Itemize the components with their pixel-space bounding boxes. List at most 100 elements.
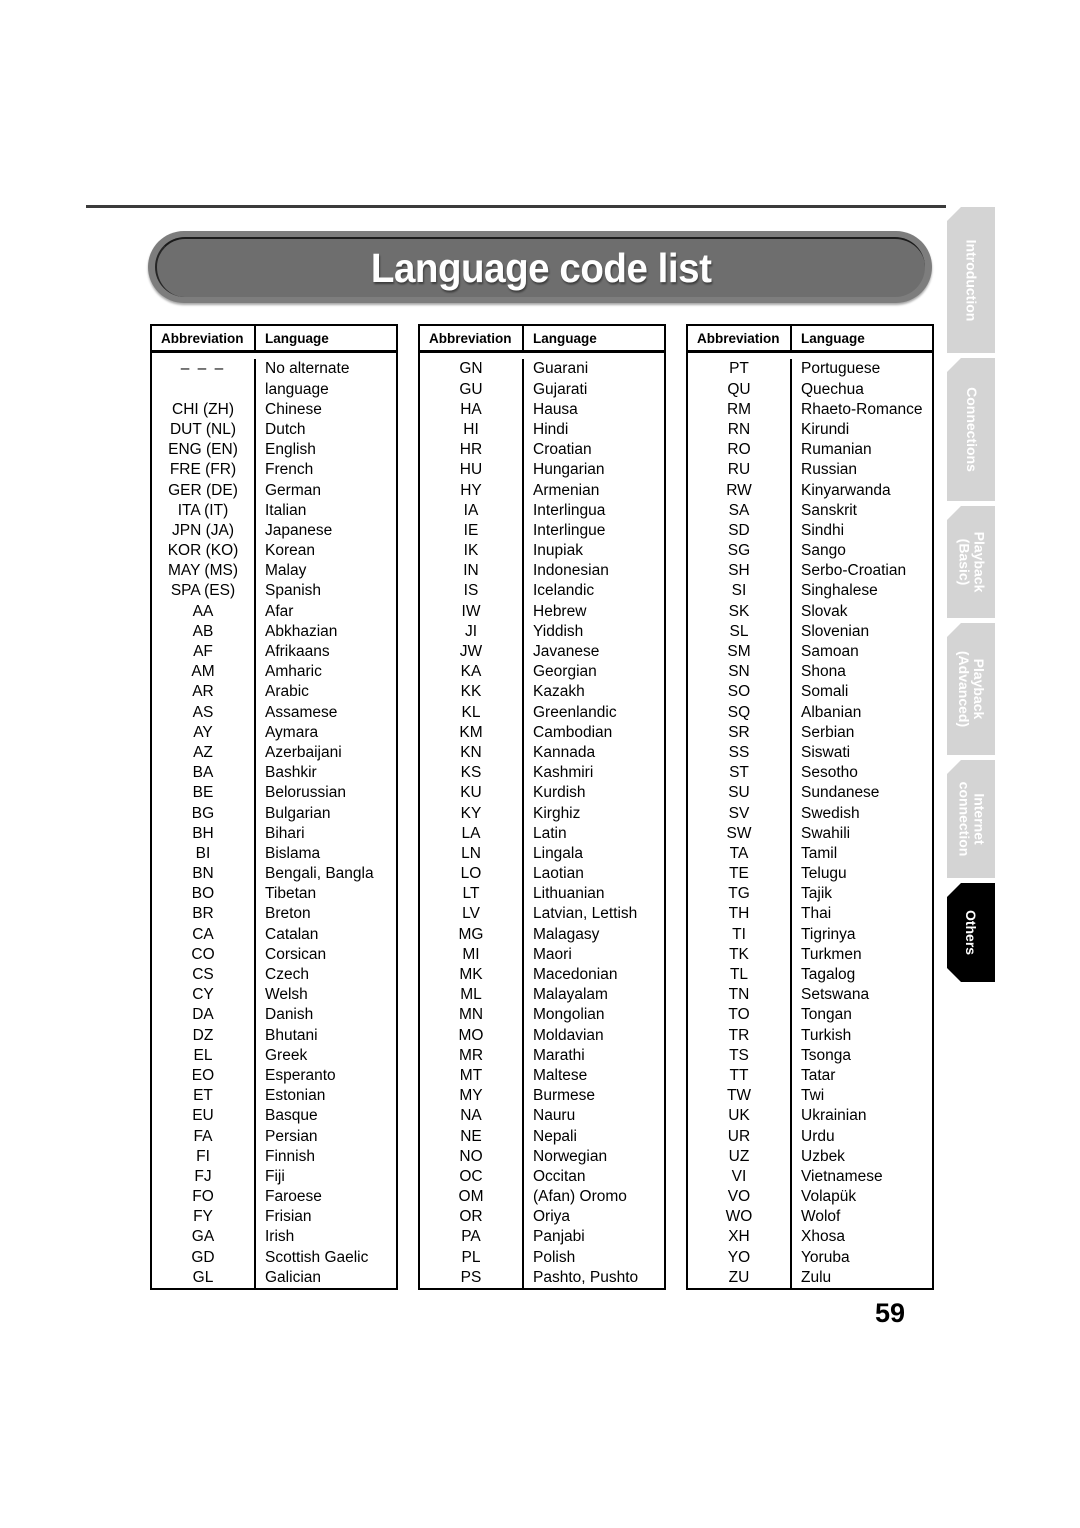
table-row: MN Mongolian — [420, 1005, 664, 1026]
table-row: CS Czech — [152, 965, 396, 986]
cell-language: Burmese — [533, 1087, 596, 1105]
table-row: GN Guarani — [420, 359, 664, 380]
cell-abbreviation: RU — [688, 460, 792, 481]
cell-language: French — [265, 461, 314, 479]
table-row: MAY (MS) Malay — [152, 561, 396, 582]
cell-abbreviation: RO — [688, 440, 792, 461]
cell-language: Occitan — [533, 1167, 586, 1185]
cell-abbreviation: MN — [420, 1005, 524, 1026]
cell-abbreviation: KU — [420, 783, 524, 804]
cell-abbreviation: TH — [688, 904, 792, 925]
cell-abbreviation: FA — [152, 1126, 256, 1147]
cell-abbreviation: OM — [420, 1187, 524, 1208]
cell-language: Serbian — [801, 723, 855, 741]
cell-abbreviation: TG — [688, 884, 792, 905]
cell-language: Lingala — [533, 844, 583, 862]
table-row: FO Faroese — [152, 1187, 396, 1208]
table-row: FY Frisian — [152, 1207, 396, 1228]
cell-language: Tsonga — [801, 1046, 851, 1064]
cell-abbreviation: HA — [420, 399, 524, 420]
cell-language: Sundanese — [801, 784, 880, 802]
cell-abbreviation: – – – — [152, 359, 256, 380]
cell-abbreviation: MR — [420, 1045, 524, 1066]
cell-language: Sanskrit — [801, 501, 857, 519]
table-row: – – – No alternate — [152, 359, 396, 380]
sidebar-tab-playback-basic[interactable]: Playback (Basic) — [947, 506, 995, 618]
table-row: SK Slovak — [688, 601, 932, 622]
table-row: TR Turkish — [688, 1025, 932, 1046]
table-row: MT Maltese — [420, 1065, 664, 1087]
cell-language: Fiji — [265, 1167, 285, 1185]
table-row: KS Kashmiri — [420, 763, 664, 784]
cell-abbreviation: AM — [152, 662, 256, 683]
sidebar-tab-others[interactable]: Others — [947, 883, 995, 982]
table-header-row: Abbreviation Language — [152, 326, 396, 354]
table-row: BG Bulgarian — [152, 803, 396, 824]
table-row: MY Burmese — [420, 1086, 664, 1107]
cell-language: Afar — [265, 602, 294, 620]
cell-language: Rumanian — [801, 441, 872, 459]
table-row: RW Kinyarwanda — [688, 480, 932, 501]
cell-abbreviation — [152, 379, 256, 400]
table-row: NE Nepali — [420, 1126, 664, 1147]
table-row: ML Malayalam — [420, 985, 664, 1006]
cell-language: Cambodian — [533, 723, 613, 741]
sidebar-tab-label: Connections — [963, 387, 980, 472]
table-row: SS Siswati — [688, 742, 932, 764]
cell-abbreviation: TT — [688, 1065, 792, 1087]
table-row: EU Basque — [152, 1106, 396, 1127]
cell-abbreviation: AZ — [152, 742, 256, 764]
table-row: SL Slovenian — [688, 621, 932, 642]
table-row: AS Assamese — [152, 702, 396, 723]
table-row: SI Singhalese — [688, 581, 932, 602]
table-row: SN Shona — [688, 662, 932, 683]
table-row: AA Afar — [152, 601, 396, 622]
table-row: SR Serbian — [688, 722, 932, 743]
cell-language: Latvian, Lettish — [533, 905, 638, 923]
cell-abbreviation: BH — [152, 823, 256, 844]
cell-language: Icelandic — [533, 582, 595, 600]
table-body: GN Guarani GU Gujarati HA Hausa HI Hindi HR Croat… — [420, 353, 664, 1288]
table-row: UK Ukrainian — [688, 1106, 932, 1127]
table-row: OM (Afan) Oromo — [420, 1187, 664, 1208]
cell-abbreviation: GA — [152, 1227, 256, 1248]
manual-page: Language code list Abbreviation Language –… — [0, 0, 1080, 1528]
table-row: LA Latin — [420, 823, 664, 844]
cell-language: Hebrew — [533, 602, 587, 620]
cell-abbreviation: SI — [688, 581, 792, 602]
table-row: AR Arabic — [152, 682, 396, 703]
cell-language: Hungarian — [533, 461, 605, 479]
cell-abbreviation: KM — [420, 722, 524, 743]
cell-abbreviation: DUT (NL) — [152, 419, 256, 441]
table-row: KK Kazakh — [420, 682, 664, 703]
cell-abbreviation: MI — [420, 944, 524, 965]
sidebar-tab-internet-connection[interactable]: Internet connection — [947, 760, 995, 878]
cell-abbreviation: SL — [688, 621, 792, 642]
cell-language: Telugu — [801, 865, 847, 883]
table-row: RM Rhaeto-Romance — [688, 399, 932, 420]
sidebar-tab-connections[interactable]: Connections — [947, 358, 995, 501]
language-code-table: Abbreviation Language PT Portuguese QU Quechu… — [686, 324, 934, 1290]
cell-abbreviation: BA — [152, 763, 256, 784]
sidebar-tab-playback-advanced[interactable]: Playback (Advanced) — [947, 623, 995, 755]
cell-abbreviation: GL — [152, 1267, 256, 1288]
table-row: ST Sesotho — [688, 763, 932, 784]
sidebar-tab-introduction[interactable]: Introduction — [947, 207, 995, 353]
table-row: BN Bengali, Bangla — [152, 864, 396, 885]
cell-language: Afrikaans — [265, 643, 330, 660]
table-row: BR Breton — [152, 904, 396, 925]
cell-abbreviation: TA — [688, 843, 792, 865]
cell-abbreviation: SD — [688, 520, 792, 542]
cell-abbreviation: MO — [420, 1025, 524, 1046]
table-row: AZ Azerbaijani — [152, 742, 396, 764]
cell-language: Sesotho — [801, 764, 858, 782]
cell-language: Georgian — [533, 663, 597, 681]
cell-language: Aymara — [265, 723, 319, 741]
cell-language: Sango — [801, 542, 846, 560]
table-row: TE Telugu — [688, 864, 932, 885]
cell-abbreviation: BI — [152, 843, 256, 865]
cell-language: Bislama — [265, 844, 321, 862]
cell-abbreviation: XH — [688, 1227, 792, 1248]
cell-language: Zulu — [801, 1268, 832, 1286]
table-row: HY Armenian — [420, 480, 664, 501]
